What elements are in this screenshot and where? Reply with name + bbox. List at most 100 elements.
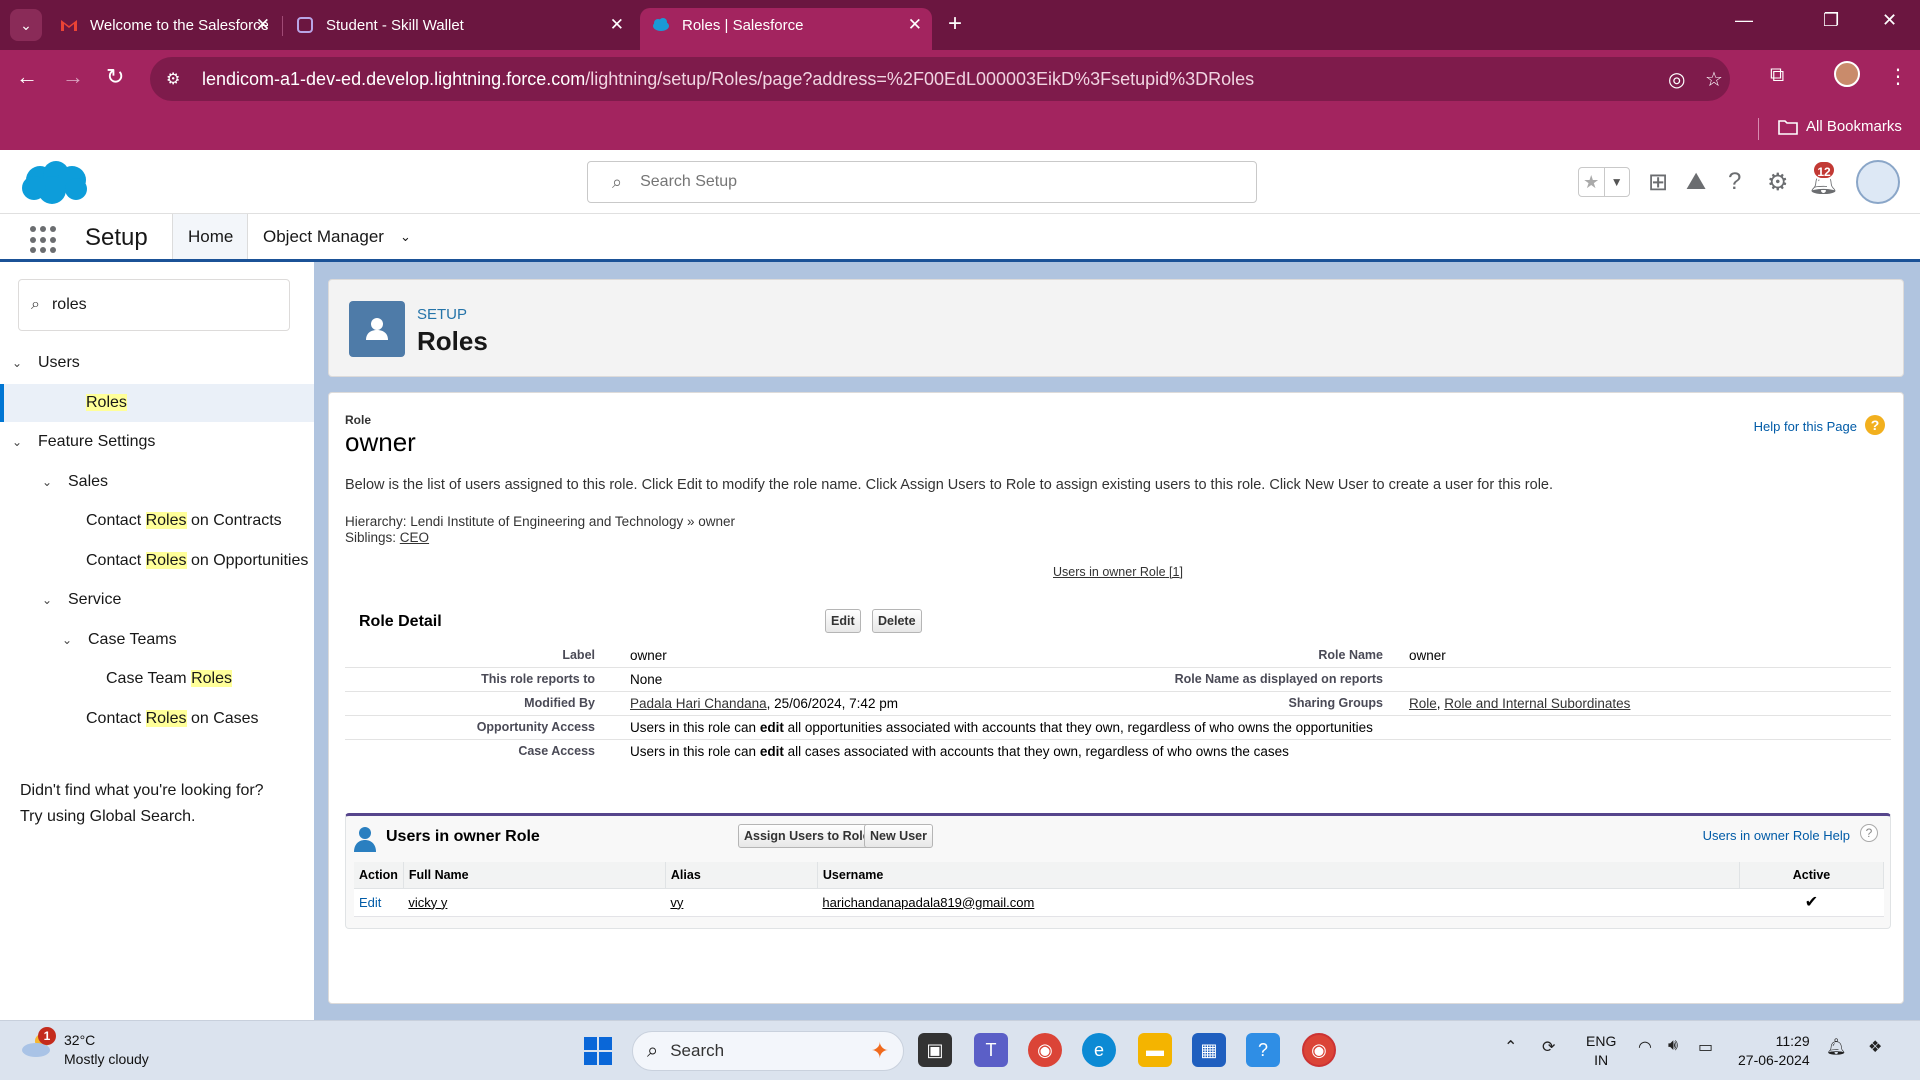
salesforce-logo[interactable] (18, 158, 90, 206)
trailhead-icon[interactable]: ⛰ (1686, 168, 1706, 196)
delete-role-button[interactable]: Delete (872, 609, 922, 633)
tree-item[interactable]: Contact Roles on Contracts (0, 502, 314, 540)
help-question-icon[interactable]: ? (1860, 824, 1878, 842)
bookmark-star-icon[interactable]: ☆ (1705, 67, 1723, 92)
tree-item[interactable]: ⌄ Service (0, 581, 314, 619)
chevron-down-icon[interactable]: ⌄ (42, 475, 56, 489)
favorites-group[interactable]: ★ ▼ (1578, 167, 1630, 197)
close-tab-icon[interactable]: ✕ (610, 15, 624, 35)
tab-home[interactable]: Home (172, 214, 248, 259)
user-username-link[interactable]: harichandanapadala819@gmail.com (822, 895, 1034, 910)
show-hidden-icons-icon[interactable]: ⌃ (1504, 1037, 1517, 1057)
tab-search-icon[interactable]: ⌄ (10, 9, 42, 41)
quick-find-input[interactable] (51, 296, 272, 314)
address-bar[interactable]: ⚙ lendicom-a1-dev-ed.develop.lightning.f… (150, 57, 1730, 101)
edge-icon[interactable]: e (1082, 1033, 1116, 1067)
user-alias-link[interactable]: vy (670, 895, 683, 910)
tree-item[interactable]: Case Team Roles (0, 660, 314, 698)
teams-icon[interactable]: T (974, 1033, 1008, 1067)
taskbar-search[interactable]: ⌕ Search ✦ (632, 1031, 904, 1071)
column-header-username[interactable]: Username (817, 862, 1741, 889)
restore-icon[interactable]: ❐ (1823, 10, 1839, 31)
sharing-group-role-link[interactable]: Role (1409, 696, 1437, 711)
chevron-down-icon[interactable]: ⌄ (12, 435, 26, 449)
setup-search-input[interactable] (640, 173, 1201, 191)
browser-tab-skill-wallet[interactable]: Student - Skill Wallet ✕ (284, 8, 634, 42)
notifications-icon[interactable]: 🔔︎ (1826, 1037, 1846, 1057)
edit-user-link[interactable]: Edit (359, 895, 381, 910)
close-tab-icon[interactable]: ✕ (256, 15, 270, 35)
tree-item[interactable]: ⌄ Sales (0, 463, 314, 501)
minimize-icon[interactable]: — (1735, 10, 1753, 31)
reload-icon[interactable]: ↻ (106, 64, 124, 90)
quick-find[interactable]: ⌕ (18, 279, 290, 331)
app-launcher-icon[interactable] (30, 226, 58, 254)
eye-off-icon[interactable]: ◎ (1668, 67, 1685, 92)
help-for-this-page-link[interactable]: Help for this Page (1754, 419, 1857, 434)
users-list-help-link[interactable]: Users in owner Role Help (1703, 828, 1850, 843)
user-avatar[interactable] (1856, 160, 1900, 204)
new-user-button[interactable]: New User (864, 824, 933, 848)
new-tab-icon[interactable]: + (948, 12, 962, 36)
extensions-icon[interactable]: ⧉ (1770, 64, 1784, 87)
users-in-role-anchor-link[interactable]: Users in owner Role [1] (1053, 565, 1183, 579)
chevron-down-icon[interactable]: ⌄ (42, 593, 56, 607)
tree-item[interactable]: ⌄ Case Teams (0, 621, 314, 659)
chrome-profile-icon[interactable]: ◉ (1302, 1033, 1336, 1067)
browser-tab-salesforce-virtual[interactable]: Welcome to the Salesforce Virtu ✕ (48, 8, 280, 42)
help-app-icon[interactable]: ? (1246, 1033, 1280, 1067)
file-explorer-icon[interactable]: ▬ (1138, 1033, 1172, 1067)
windows-start-icon[interactable] (584, 1037, 612, 1065)
wifi-icon[interactable]: ◠ (1638, 1037, 1652, 1057)
favorites-dropdown-icon[interactable]: ▼ (1603, 168, 1630, 196)
setup-gear-icon[interactable]: ⚙ (1767, 168, 1789, 197)
tab-object-manager[interactable]: Object Manager ⌄ (248, 214, 428, 259)
gmail-icon (61, 20, 77, 31)
sibling-role-link[interactable]: CEO (400, 530, 429, 545)
modified-by-user-link[interactable]: Padala Hari Chandana (630, 696, 767, 711)
user-full-name-link[interactable]: vicky y (408, 895, 447, 910)
site-info-icon[interactable]: ⚙ (166, 69, 190, 89)
microsoft-store-icon[interactable]: ▦ (1192, 1033, 1226, 1067)
all-bookmarks-button[interactable]: All Bookmarks (1778, 118, 1902, 135)
siblings-label: Siblings: (345, 530, 397, 545)
label-field-label: Label (562, 648, 595, 662)
column-header-active[interactable]: Active (1739, 862, 1884, 889)
setup-search[interactable]: ⌕ (587, 161, 1257, 203)
column-header-full-name[interactable]: Full Name (403, 862, 666, 889)
chevron-down-icon[interactable]: ⌄ (400, 229, 411, 245)
more-menu-icon[interactable]: ⋮ (1888, 64, 1908, 89)
sharing-group-subordinates-link[interactable]: Role and Internal Subordinates (1444, 696, 1630, 711)
battery-icon[interactable]: ▭ (1698, 1037, 1713, 1057)
favorites-star-icon[interactable]: ★ (1579, 168, 1604, 196)
copilot-icon[interactable]: ❖ (1868, 1037, 1882, 1057)
volume-icon[interactable]: 🔊︎ (1668, 1037, 1678, 1055)
tree-item[interactable]: Contact Roles on Cases (0, 700, 314, 738)
edit-role-button[interactable]: Edit (825, 609, 861, 633)
tree-item-label: Feature Settings (38, 433, 156, 450)
language-indicator[interactable]: ENG IN (1586, 1032, 1616, 1070)
close-window-icon[interactable]: ✕ (1882, 10, 1897, 31)
global-actions-icon[interactable]: ⊞ (1648, 168, 1668, 197)
active-checkmark-icon: ✔ (1739, 888, 1884, 917)
profile-avatar[interactable] (1834, 61, 1860, 87)
chevron-down-icon[interactable]: ⌄ (12, 356, 26, 370)
tree-item[interactable]: Roles (0, 383, 314, 422)
assign-users-button[interactable]: Assign Users to Role (738, 824, 876, 848)
chrome-icon[interactable]: ◉ (1028, 1033, 1062, 1067)
close-tab-icon[interactable]: ✕ (908, 15, 922, 35)
chevron-down-icon[interactable]: ⌄ (62, 633, 76, 647)
back-icon[interactable]: ← (16, 64, 38, 90)
help-question-icon[interactable]: ? (1865, 415, 1885, 435)
tree-item[interactable]: ⌄ Users (0, 344, 314, 382)
task-view-icon[interactable]: ▣ (918, 1033, 952, 1067)
forward-icon[interactable]: → (62, 64, 84, 90)
help-icon[interactable]: ? (1728, 168, 1741, 196)
tree-item[interactable]: ⌄ Feature Settings (0, 423, 314, 461)
search-icon: ⌕ (31, 296, 40, 313)
column-header-alias[interactable]: Alias (665, 862, 818, 889)
browser-tab-roles-salesforce[interactable]: Roles | Salesforce ✕ (640, 8, 932, 50)
sync-icon[interactable]: ⟳ (1542, 1037, 1555, 1057)
tree-item[interactable]: Contact Roles on Opportunities (0, 542, 314, 580)
system-clock[interactable]: 11:29 27-06-2024 (1738, 1032, 1810, 1070)
